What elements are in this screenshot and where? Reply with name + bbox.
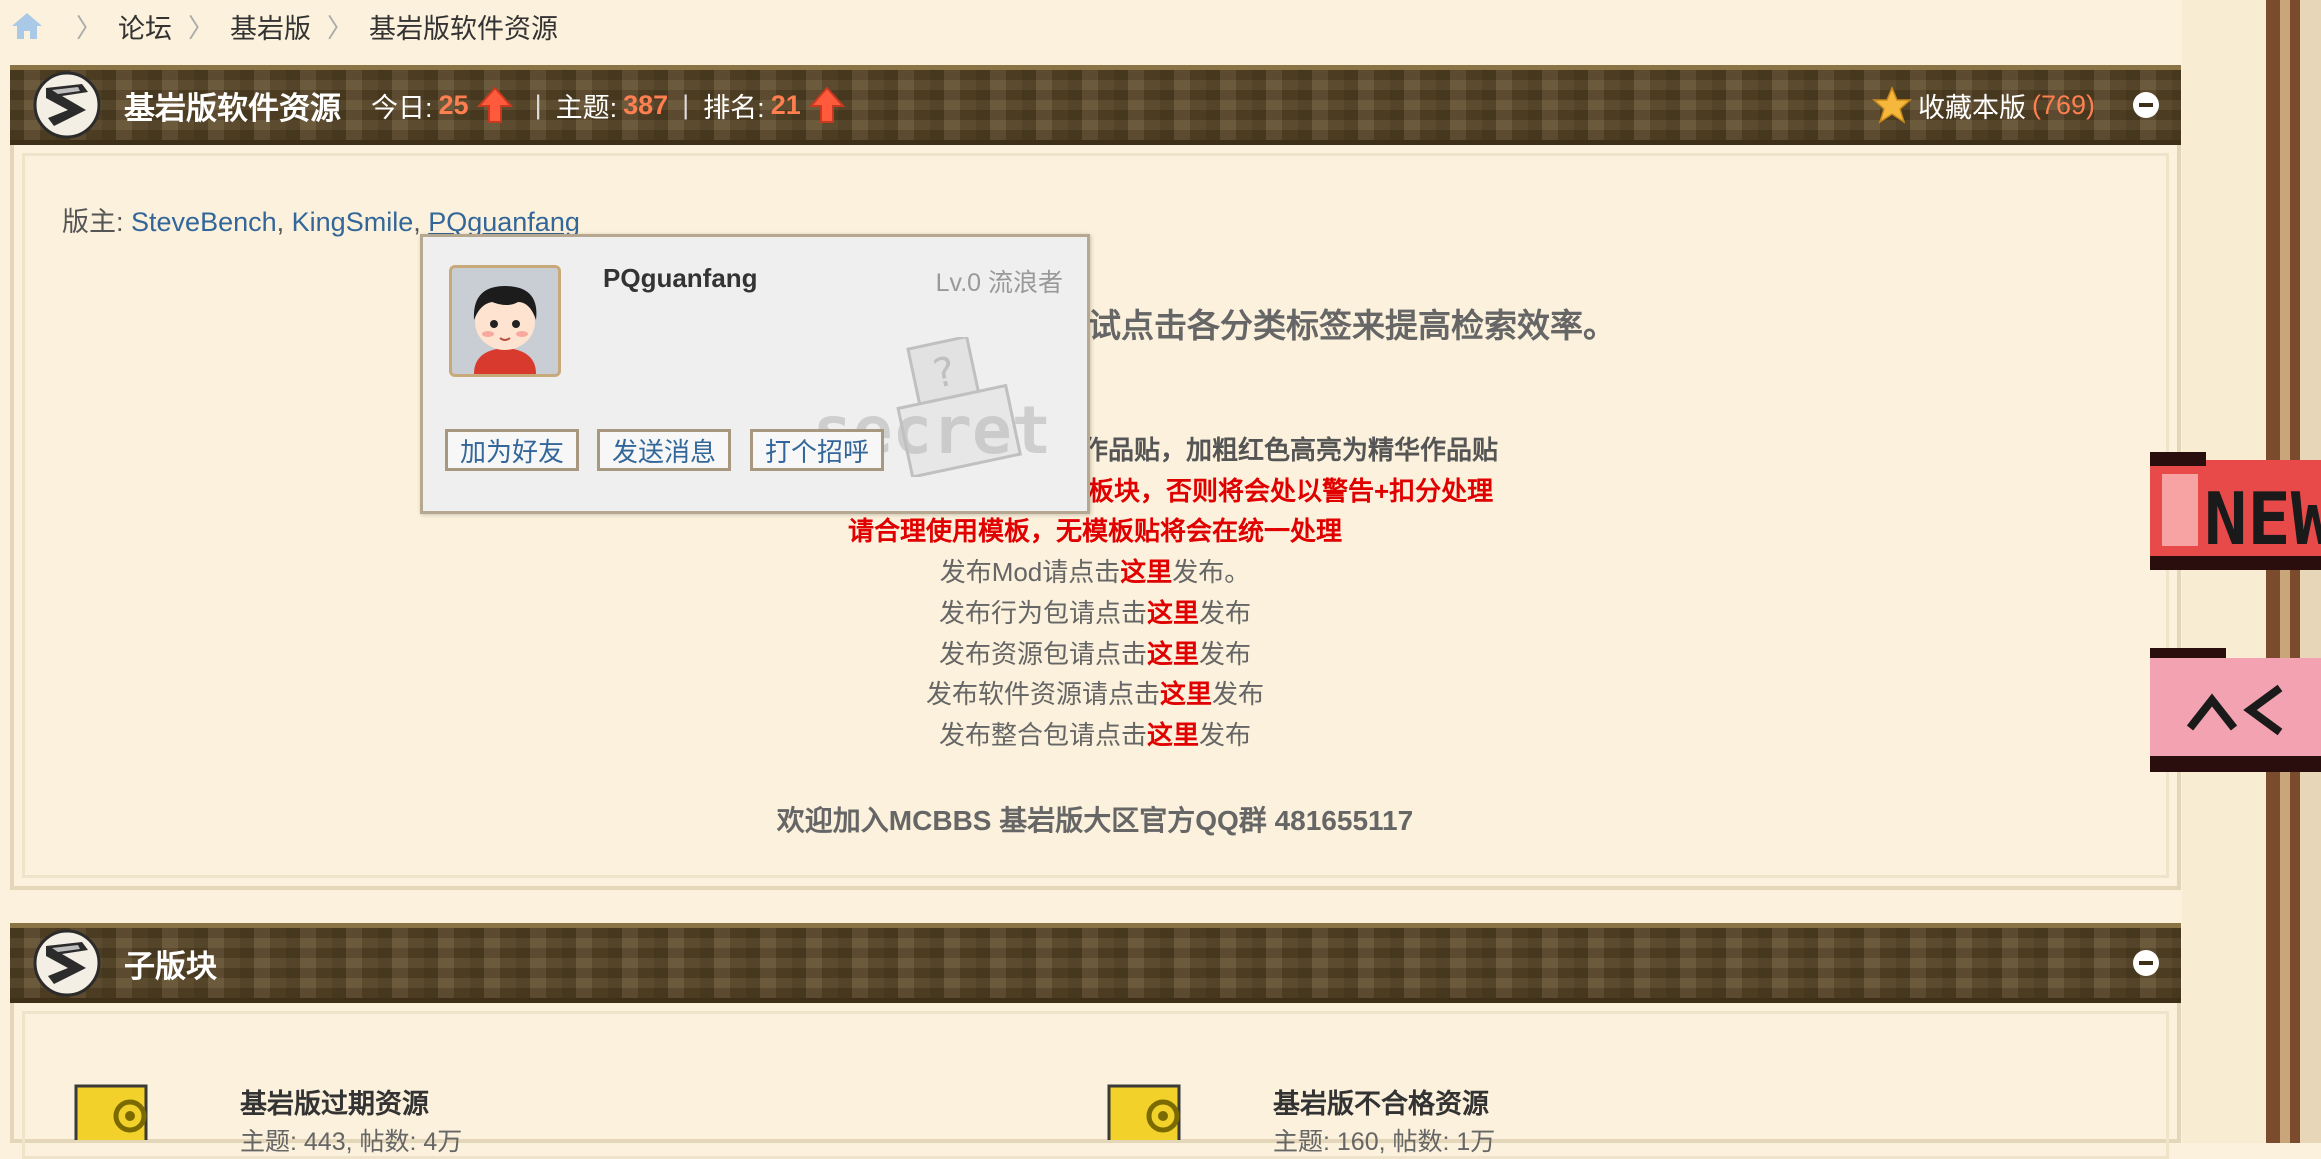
post-software-line: 发布软件资源请点击这里发布 bbox=[925, 679, 1265, 709]
moderator-link[interactable]: SteveBench bbox=[131, 207, 277, 237]
breadcrumb-current[interactable]: 基岩版软件资源 bbox=[369, 7, 558, 46]
stat-divider: | bbox=[534, 89, 542, 120]
star-icon bbox=[1872, 86, 1912, 124]
post-resource-line: 发布资源包请点击这里发布 bbox=[938, 639, 1252, 669]
up-arrow-icon bbox=[808, 86, 845, 123]
post-software-link[interactable]: 这里 bbox=[1160, 679, 1212, 709]
moderator-link[interactable]: KingSmile bbox=[292, 207, 414, 237]
favorite-label[interactable]: 收藏本版 bbox=[1918, 86, 2026, 125]
qq-group-line: 欢迎加入MCBBS 基岩版大区官方QQ群 481655117 bbox=[776, 805, 1414, 836]
collapse-icon[interactable] bbox=[2131, 90, 2161, 120]
home-icon[interactable] bbox=[10, 11, 44, 41]
today-label: 今日: bbox=[371, 92, 433, 123]
popup-username[interactable]: PQguanfang bbox=[603, 263, 758, 294]
rank-label: 排名: bbox=[703, 92, 765, 123]
post-mod-line: 发布Mod请点击这里发布。 bbox=[939, 557, 1251, 587]
subforum-name[interactable]: 基岩版不合格资源 bbox=[1273, 1082, 1489, 1121]
scroll-rail-dark bbox=[2290, 0, 2300, 1143]
breadcrumb: 〉 论坛 〉 基岩版 〉 基岩版软件资源 bbox=[10, 6, 558, 46]
breadcrumb-separator: 〉 bbox=[188, 12, 215, 43]
breadcrumb-forum[interactable]: 论坛 bbox=[118, 7, 172, 46]
post-behavior-line: 发布行为包请点击这里发布 bbox=[938, 598, 1252, 628]
popup-level: Lv.0 流浪者 bbox=[935, 269, 1063, 297]
subforum-collapse[interactable] bbox=[2095, 948, 2161, 978]
say-hello-button[interactable]: 打个招呼 bbox=[750, 429, 885, 471]
forum-logo-icon bbox=[33, 71, 101, 139]
favorite-count: (769) bbox=[2031, 89, 2095, 120]
subforum-header-bar: 子版块 bbox=[10, 923, 2181, 1003]
post-pack-line: 发布整合包请点击这里发布 bbox=[938, 720, 1252, 750]
post-pack-link[interactable]: 这里 bbox=[1147, 720, 1199, 750]
post-resource-link[interactable]: 这里 bbox=[1147, 639, 1199, 669]
scroll-rail bbox=[2266, 0, 2280, 1143]
scroll-rail-light bbox=[2280, 0, 2290, 1143]
collapse-icon[interactable] bbox=[2131, 948, 2161, 978]
avatar-image bbox=[452, 268, 558, 374]
stat-divider: | bbox=[682, 89, 690, 120]
subforum-folder-icon[interactable] bbox=[74, 1080, 166, 1140]
subforum-name[interactable]: 基岩版过期资源 bbox=[240, 1082, 429, 1121]
back-to-top-icon[interactable] bbox=[2150, 648, 2321, 772]
breadcrumb-separator: 〉 bbox=[76, 12, 103, 43]
user-popup-card: PQguanfang Lv.0 流浪者 ? secret 加为好友 发送消息 打… bbox=[420, 234, 1090, 514]
forum-header-bar: 基岩版软件资源 今日: 25 | 主题: 387 | 排名: 21 收藏本版 (… bbox=[10, 65, 2181, 145]
svg-text:NEW: NEW bbox=[2204, 477, 2321, 561]
moderators-label: 版主: bbox=[62, 207, 124, 237]
new-badge-icon[interactable]: NEW bbox=[2150, 452, 2321, 570]
subforum-title: 子版块 bbox=[124, 948, 217, 984]
subforum-folder-icon[interactable] bbox=[1107, 1080, 1199, 1140]
forum-logo-icon bbox=[33, 929, 101, 997]
topics-value: 387 bbox=[623, 89, 669, 120]
breadcrumb-separator: 〉 bbox=[327, 12, 354, 43]
post-behavior-link[interactable]: 这里 bbox=[1147, 598, 1199, 628]
subforum-meta: 主题: 160, 帖数: 1万 bbox=[1273, 1128, 1496, 1156]
up-arrow-icon bbox=[476, 86, 513, 123]
rank-value: 21 bbox=[770, 89, 801, 120]
breadcrumb-bedrock[interactable]: 基岩版 bbox=[230, 7, 311, 46]
send-message-button[interactable]: 发送消息 bbox=[597, 429, 732, 471]
subforum-meta: 主题: 443, 帖数: 4万 bbox=[240, 1128, 463, 1156]
avatar[interactable] bbox=[449, 265, 561, 377]
post-mod-link[interactable]: 这里 bbox=[1120, 557, 1172, 587]
moderator-link-hovered[interactable]: PQguanfang bbox=[428, 207, 580, 237]
today-value: 25 bbox=[438, 89, 469, 120]
add-friend-button[interactable]: 加为好友 bbox=[445, 429, 580, 471]
forum-title: 基岩版软件资源 bbox=[124, 90, 341, 126]
rule-line-4: 请合理使用模板，无模板贴将会在统一处理 bbox=[847, 516, 1342, 546]
scroll-rail-edge bbox=[2300, 0, 2321, 1143]
forum-stats: 今日: 25 | 主题: 387 | 排名: 21 bbox=[371, 86, 853, 125]
topics-label: 主题: bbox=[555, 92, 618, 123]
favorite-forum[interactable]: 收藏本版 (769) bbox=[1872, 85, 2161, 125]
